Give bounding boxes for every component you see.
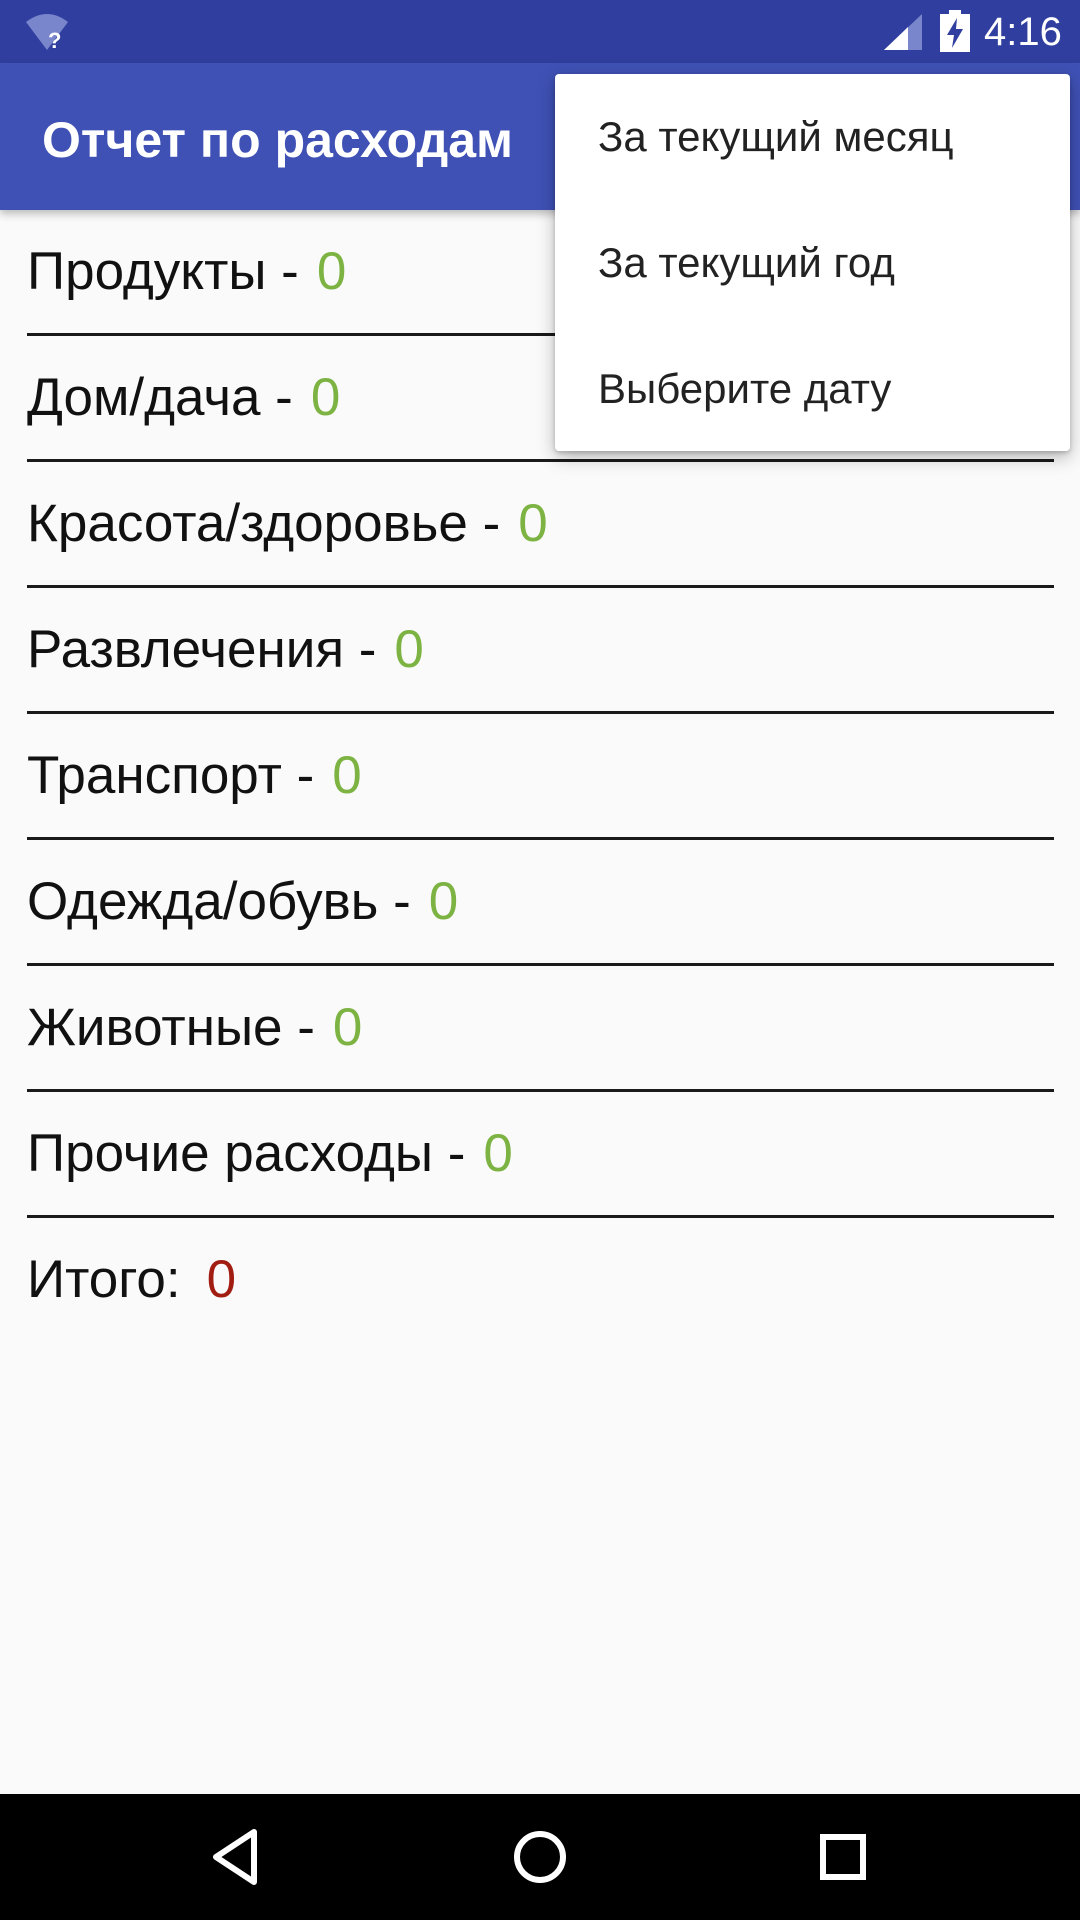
list-item: Животные - 0 (27, 966, 1054, 1092)
list-item: Развлечения - 0 (27, 588, 1054, 714)
category-label: Красота/здоровье - (27, 494, 501, 553)
category-label: Транспорт - (27, 746, 315, 805)
menu-item-current-year[interactable]: За текущий год (555, 200, 1070, 326)
category-value: 0 (483, 1124, 513, 1183)
category-value: 0 (310, 368, 341, 427)
total-label: Итого: (27, 1250, 181, 1309)
category-value: 0 (332, 746, 362, 805)
category-label: Дом/дача - (27, 368, 293, 427)
list-item: Красота/здоровье - 0 (27, 462, 1054, 588)
overflow-menu: За текущий месяц За текущий год Выберите… (555, 74, 1070, 451)
system-nav-bar (0, 1794, 1080, 1920)
cell-signal-icon (884, 14, 922, 50)
category-label: Прочие расходы - (27, 1124, 466, 1183)
back-icon[interactable] (204, 1824, 270, 1890)
home-icon[interactable] (507, 1824, 573, 1890)
menu-item-current-month[interactable]: За текущий месяц (555, 74, 1070, 200)
category-label: Животные - (27, 998, 315, 1057)
wifi-unknown-icon: ? (26, 14, 68, 52)
status-clock: 4:16 (984, 10, 1062, 54)
battery-charging-icon (940, 10, 970, 52)
category-value: 0 (518, 494, 548, 553)
category-label: Одежда/обувь - (27, 872, 411, 931)
category-value: 0 (428, 872, 459, 931)
category-value: 0 (394, 620, 424, 679)
status-bar: ? 4:16 (0, 0, 1080, 63)
list-item: Прочие расходы - 0 (27, 1092, 1054, 1218)
svg-text:?: ? (48, 28, 61, 52)
list-item: Одежда/обувь - 0 (27, 840, 1054, 966)
total-row: Итого: 0 (27, 1218, 1054, 1344)
page-title: Отчет по расходам (42, 112, 514, 168)
recents-icon[interactable] (810, 1824, 876, 1890)
category-value: 0 (332, 998, 363, 1057)
list-item: Транспорт - 0 (27, 714, 1054, 840)
category-label: Продукты - (27, 242, 299, 301)
total-value: 0 (206, 1250, 237, 1309)
menu-item-choose-date[interactable]: Выберите дату (555, 326, 1070, 452)
category-value: 0 (316, 242, 347, 301)
category-label: Развлечения - (27, 620, 377, 679)
